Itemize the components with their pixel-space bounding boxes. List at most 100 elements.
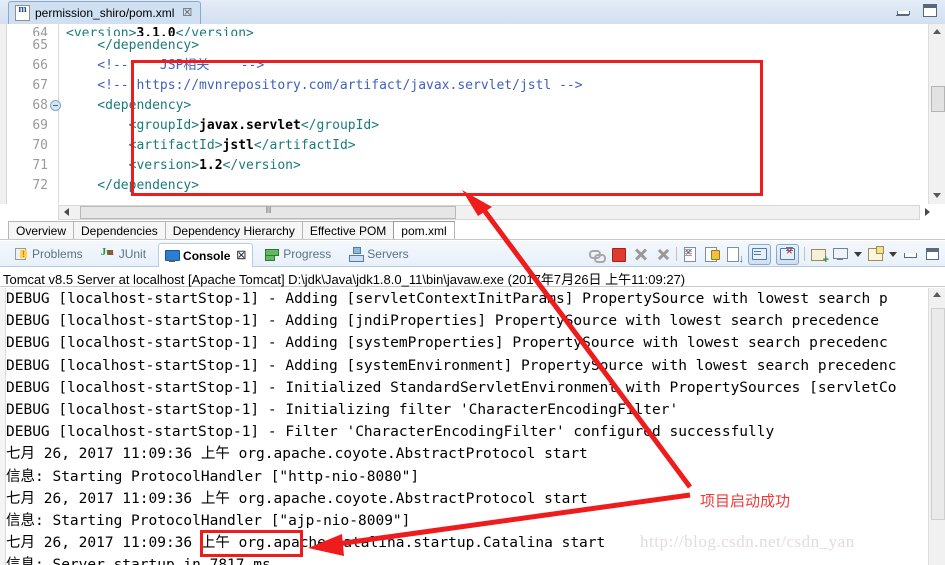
remove-all-terminated-icon[interactable]	[654, 246, 671, 263]
view-tab-junit[interactable]: JUnit	[95, 243, 152, 264]
servers-icon	[349, 246, 365, 262]
view-tab-label: Servers	[367, 246, 409, 261]
clear-console-icon[interactable]	[682, 246, 699, 263]
annotation-note-text: 项目启动成功	[700, 492, 791, 510]
watermark-text: http://blog.csdn.net/csdn_yan	[640, 532, 855, 551]
close-icon[interactable]: ☒	[182, 7, 192, 19]
pom-tab-label: Overview	[16, 224, 67, 238]
scroll-right-icon[interactable]	[920, 205, 936, 220]
maven-file-icon	[15, 4, 30, 21]
editor-vertical-scrollbar[interactable]	[928, 24, 945, 204]
pom-tab-label: Dependency Hierarchy	[172, 224, 295, 238]
pom-editor-page-tabs: Overview Dependencies Dependency Hierarchy…	[8, 221, 455, 240]
console-status-line: Tomcat v8.5 Server at localhost [Apache …	[0, 267, 945, 287]
console-vertical-scrollbar[interactable]	[928, 288, 945, 565]
pom-tab-pom-xml[interactable]: pom.xml	[393, 221, 455, 240]
console-log-line: DEBUG [localhost-startStop-1] - Filter '…	[6, 424, 775, 441]
console-view: Problems JUnit Console ☒ Progress Servers Tom…	[0, 241, 945, 565]
code-line-text: <!-- JSP相关 -->	[66, 58, 265, 73]
pom-tab-overview[interactable]: Overview	[8, 221, 74, 240]
code-line: 71 <version>1.2</version>	[0, 156, 880, 176]
console-log-line: DEBUG [localhost-startStop-1] - Adding […	[6, 313, 879, 330]
editor-titlebar: permission_shiro/pom.xml ☒	[0, 0, 945, 25]
console-log-line: 七月 26, 2017 11:09:36 上午 org.apache.coyot…	[6, 446, 588, 463]
code-line: 66 <!-- JSP相关 -->	[0, 56, 880, 76]
close-icon[interactable]: ☒	[236, 249, 246, 262]
chevron-down-icon[interactable]	[854, 251, 862, 257]
pom-tabs-divider	[0, 239, 945, 240]
view-tab-servers[interactable]: Servers	[343, 243, 414, 264]
pom-tab-label: Effective POM	[309, 224, 387, 238]
editor-window: permission_shiro/pom.xml ☒ 64 <version>3.…	[0, 0, 945, 240]
toolbar-separator-2	[804, 247, 805, 261]
console-toolbar	[588, 243, 941, 266]
minimize-view-icon[interactable]	[902, 246, 919, 263]
code-line-text: <!-- https://mvnrepository.com/artifact/…	[66, 78, 583, 93]
console-log-line: DEBUG [localhost-startStop-1] - Adding […	[6, 357, 897, 374]
maximize-view-icon[interactable]	[924, 246, 941, 263]
code-line-text: </dependency>	[66, 38, 200, 53]
code-line: 68 <dependency>	[0, 96, 880, 116]
console-log-line: DEBUG [localhost-startStop-1] - Initiali…	[6, 401, 679, 418]
link-with-editor-icon[interactable]	[588, 246, 606, 263]
code-lines-container: 64 <version>3.1.0</version> 65 </dependenc…	[0, 24, 880, 204]
code-line-text: </dependency>	[66, 178, 200, 193]
maximize-icon[interactable]	[923, 4, 937, 17]
junit-icon	[101, 246, 115, 261]
editor-tab-pom-xml[interactable]: permission_shiro/pom.xml ☒	[8, 1, 202, 24]
view-tab-label: Console	[183, 248, 231, 263]
line-number: 68	[32, 98, 48, 113]
show-console-on-output-icon[interactable]	[726, 246, 744, 265]
line-number: 67	[32, 78, 48, 93]
scroll-up-icon[interactable]	[929, 24, 945, 40]
pom-tab-dependencies[interactable]: Dependencies	[73, 221, 165, 240]
display-selected-console-dropdown-icon[interactable]	[832, 246, 849, 263]
toolbar-separator	[676, 247, 677, 261]
editor-vscroll-thumb[interactable]	[931, 86, 945, 112]
display-selected-console-icon[interactable]	[748, 243, 771, 265]
console-vscroll-thumb[interactable]	[931, 308, 945, 520]
pom-tab-dependency-hierarchy[interactable]: Dependency Hierarchy	[164, 221, 302, 240]
code-editor-area[interactable]: 64 <version>3.1.0</version> 65 </dependenc…	[0, 24, 945, 204]
minimize-icon[interactable]	[896, 6, 910, 16]
view-tab-problems[interactable]: Problems	[8, 243, 89, 264]
code-line-text: <dependency>	[66, 98, 192, 113]
editor-hscroll-thumb[interactable]	[80, 205, 456, 219]
code-line: 70 <artifactId>jstl</artifactId>	[0, 136, 880, 156]
open-console-menu-icon[interactable]	[867, 245, 884, 263]
console-log-line: 信息: Starting ProtocolHandler ["ajp-nio-8…	[6, 512, 411, 529]
progress-icon	[265, 247, 280, 261]
code-line: 69 <groupId>javax.servlet</groupId>	[0, 116, 880, 136]
pom-tab-label: pom.xml	[401, 224, 447, 238]
problems-icon	[14, 247, 28, 261]
code-line: 65 </dependency>	[0, 36, 880, 56]
console-log-lines: DEBUG [localhost-startStop-1] - Adding […	[6, 288, 916, 565]
console-icon	[165, 249, 181, 263]
view-tab-label: Progress	[283, 246, 332, 261]
pin-console-icon[interactable]	[776, 243, 799, 265]
fold-collapse-icon[interactable]	[50, 100, 61, 111]
code-line: 67 <!-- https://mvnrepository.com/artifa…	[0, 76, 880, 96]
remove-launch-icon[interactable]	[632, 246, 649, 263]
console-log-line: 信息: Starting ProtocolHandler ["http-nio-…	[6, 468, 420, 485]
terminate-icon[interactable]	[610, 246, 627, 263]
console-output-area[interactable]: DEBUG [localhost-startStop-1] - Adding […	[0, 288, 945, 565]
code-line: 64 <version>3.1.0</version>	[0, 24, 880, 36]
code-line: 72 </dependency>	[0, 176, 880, 196]
line-number: 69	[32, 118, 48, 133]
scroll-left-icon[interactable]	[58, 205, 74, 220]
scroll-down-icon[interactable]	[929, 188, 945, 204]
line-number: 71	[32, 158, 48, 173]
editor-tab-label: permission_shiro/pom.xml	[35, 6, 175, 20]
code-line-text: <groupId>javax.servlet</groupId>	[66, 118, 380, 133]
view-tab-label: Problems	[32, 246, 83, 261]
pom-tab-effective-pom[interactable]: Effective POM	[301, 221, 394, 240]
chevron-down-icon-2[interactable]	[889, 251, 897, 257]
open-console-icon[interactable]	[810, 246, 829, 266]
view-tab-console[interactable]: Console ☒	[158, 243, 254, 267]
view-tab-progress[interactable]: Progress	[259, 243, 337, 264]
code-line-text: <artifactId>jstl</artifactId>	[66, 138, 356, 153]
scroll-lock-icon[interactable]	[704, 246, 721, 263]
code-line-text: <version>3.1.0</version>	[66, 26, 254, 36]
console-scroll-up-icon[interactable]	[929, 288, 945, 302]
